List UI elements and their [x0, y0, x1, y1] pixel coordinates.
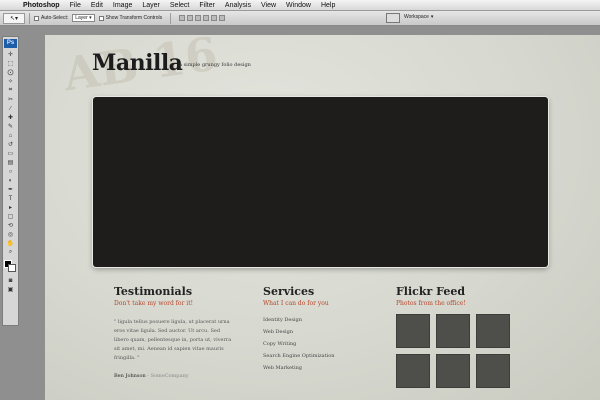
testimonials-heading: Testimonials: [114, 285, 193, 298]
background-color-swatch[interactable]: [8, 264, 16, 272]
workspace-icon[interactable]: [386, 13, 400, 23]
dodge-tool-icon[interactable]: ◐: [5, 176, 16, 185]
chevron-down-icon: ▾: [430, 14, 434, 20]
align-right-icon[interactable]: [219, 15, 226, 21]
service-item: Copy Writing: [263, 341, 297, 347]
author-company: - SomeCompany: [147, 373, 189, 379]
blur-tool-icon[interactable]: ○: [5, 167, 16, 176]
site-tagline: a simple grungy folio design: [179, 62, 251, 68]
flickr-grid: [396, 314, 526, 388]
slice-tool-icon[interactable]: ✂: [5, 95, 16, 104]
marquee-tool-icon[interactable]: ⬚: [5, 59, 16, 68]
options-divider: [29, 12, 30, 24]
service-item: Identity Design: [263, 317, 302, 323]
flickr-thumbnail: [476, 314, 510, 348]
eraser-tool-icon[interactable]: ▭: [5, 149, 16, 158]
flickr-thumbnail: [396, 314, 430, 348]
menu-help[interactable]: Help: [316, 2, 340, 9]
menu-view[interactable]: View: [256, 2, 281, 9]
3d-rotate-tool-icon[interactable]: ⟲: [5, 221, 16, 230]
flickr-section: Flickr Feed Photos from the office!: [396, 285, 526, 388]
services-subheading: What I can do for you: [263, 300, 329, 307]
testimonials-section: Testimonials Don't take my word for it! …: [114, 285, 234, 379]
auto-select-label: Auto-Select:: [41, 15, 69, 21]
path-selection-tool-icon[interactable]: ▸: [5, 203, 16, 212]
menu-layer[interactable]: Layer: [137, 2, 165, 9]
flickr-thumbnail: [476, 354, 510, 388]
photoshop-logo: Ps: [4, 39, 17, 48]
screen-mode-icon[interactable]: ▣: [5, 285, 16, 294]
healing-brush-tool-icon[interactable]: ✚: [5, 113, 16, 122]
menu-edit[interactable]: Edit: [86, 2, 108, 9]
document-canvas[interactable]: AB 16 Manilla a simple grungy folio desi…: [45, 35, 600, 400]
quick-mask-icon[interactable]: ◙: [5, 276, 16, 285]
type-tool-icon[interactable]: T: [5, 194, 16, 203]
shape-tool-icon[interactable]: ▢: [5, 212, 16, 221]
menu-app-photoshop[interactable]: Photoshop: [18, 2, 65, 9]
flickr-thumbnail: [436, 354, 470, 388]
menu-filter[interactable]: Filter: [194, 2, 220, 9]
flickr-subheading: Photos from the office!: [396, 300, 466, 307]
auto-select-checkbox[interactable]: [34, 15, 39, 21]
gradient-tool-icon[interactable]: ▤: [5, 158, 16, 167]
hero-image-placeholder: [93, 97, 548, 267]
align-center-icon[interactable]: [211, 15, 218, 21]
crop-tool-icon[interactable]: ⌗: [5, 86, 16, 95]
flickr-thumbnail: [436, 314, 470, 348]
lasso-tool-icon[interactable]: ⨀: [5, 68, 16, 77]
pen-tool-icon[interactable]: ✒: [5, 185, 16, 194]
zoom-tool-icon[interactable]: ⌕: [5, 248, 16, 257]
flickr-thumbnail: [396, 354, 430, 388]
history-brush-tool-icon[interactable]: ↺: [5, 140, 16, 149]
tools-panel: Ps ✛ ⬚ ⨀ ✧ ⌗ ✂ ∕ ✚ ✎ ⌂ ↺ ▭ ▤ ○ ◐ ✒ T ▸ ▢…: [2, 36, 19, 326]
move-tool-icon[interactable]: ✛: [5, 50, 16, 59]
service-item: Search Engine Optimization: [263, 353, 335, 359]
options-bar: ↖▾ Auto-Select: Layer ▾ Show Transform C…: [0, 11, 600, 26]
services-list: Identity Design Web Design Copy Writing …: [263, 314, 383, 374]
align-top-icon[interactable]: [179, 15, 186, 21]
flickr-heading: Flickr Feed: [396, 285, 466, 298]
clone-stamp-tool-icon[interactable]: ⌂: [5, 131, 16, 140]
service-item: Web Design: [263, 329, 294, 335]
testimonial-quote: " ligula tellus posuere ligula, ut place…: [114, 319, 232, 361]
align-buttons: [179, 15, 226, 21]
services-heading: Services: [263, 285, 315, 298]
menu-analysis[interactable]: Analysis: [220, 2, 256, 9]
options-divider: [170, 12, 172, 24]
testimonials-subheading: Don't take my word for it!: [114, 300, 194, 307]
3d-orbit-tool-icon[interactable]: ◎: [5, 230, 16, 239]
menu-select[interactable]: Select: [165, 2, 194, 9]
auto-select-dropdown[interactable]: Layer ▾: [72, 14, 95, 22]
align-middle-icon[interactable]: [187, 15, 194, 21]
move-tool-preset-icon[interactable]: ↖▾: [3, 12, 25, 24]
service-item: Web Marketing: [263, 365, 302, 371]
color-swatches[interactable]: [4, 260, 17, 273]
align-bottom-icon[interactable]: [195, 15, 202, 21]
magic-wand-tool-icon[interactable]: ✧: [5, 77, 16, 86]
testimonial-author: Ben Johnson - SomeCompany: [114, 373, 234, 379]
show-transform-checkbox[interactable]: [98, 15, 104, 21]
show-transform-label: Show Transform Controls: [105, 15, 163, 21]
menu-bar: Photoshop File Edit Image Layer Select F…: [0, 0, 600, 11]
menu-window[interactable]: Window: [281, 2, 316, 9]
brush-tool-icon[interactable]: ✎: [5, 122, 16, 131]
align-left-icon[interactable]: [203, 15, 210, 21]
auto-select-value: Layer: [75, 15, 88, 21]
workspace-label: Workspace: [404, 14, 429, 20]
menu-file[interactable]: File: [65, 2, 86, 9]
menu-image[interactable]: Image: [108, 2, 137, 9]
site-logo: Manilla: [92, 50, 183, 76]
services-section: Services What I can do for you Identity …: [263, 285, 383, 374]
workspace-dropdown[interactable]: Workspace ▾: [404, 14, 433, 20]
hand-tool-icon[interactable]: ✋: [5, 239, 16, 248]
eyedropper-tool-icon[interactable]: ∕: [5, 104, 16, 113]
author-name: Ben Johnson: [114, 373, 146, 379]
